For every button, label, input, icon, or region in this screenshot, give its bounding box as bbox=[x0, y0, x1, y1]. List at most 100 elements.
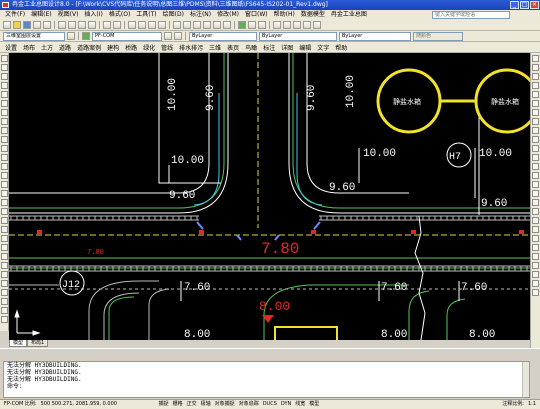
style-manager-icon[interactable] bbox=[67, 32, 75, 40]
copy-object-icon[interactable] bbox=[0, 235, 8, 242]
mirror-icon[interactable] bbox=[0, 244, 8, 251]
cmd-drainage[interactable]: 排水排污 bbox=[177, 43, 205, 52]
array-icon[interactable] bbox=[0, 262, 8, 269]
plot-style-select[interactable]: 随颜色 bbox=[413, 31, 463, 41]
print-icon[interactable] bbox=[33, 21, 41, 29]
design-center-icon[interactable] bbox=[183, 21, 191, 29]
menu-tools[interactable]: 工具(T) bbox=[133, 10, 159, 20]
cmd-building[interactable]: 建构 bbox=[105, 43, 121, 52]
calculator-icon[interactable] bbox=[223, 21, 231, 29]
layer-select[interactable]: PF-COM bbox=[92, 31, 162, 41]
scale-icon[interactable] bbox=[532, 118, 539, 125]
move-icon[interactable] bbox=[532, 100, 539, 107]
cmd-tables[interactable]: 表页 bbox=[225, 43, 241, 52]
redo-icon[interactable] bbox=[113, 21, 121, 29]
zoom-previous-icon[interactable] bbox=[158, 21, 166, 29]
menu-window[interactable]: 窗口(W) bbox=[242, 10, 271, 20]
mtext-icon[interactable] bbox=[0, 217, 8, 224]
toggle-lineweight[interactable]: 线宽 bbox=[293, 400, 307, 409]
rectangle-icon[interactable] bbox=[0, 91, 8, 98]
toggle-ducs[interactable]: DUCS bbox=[261, 400, 279, 409]
spline-icon[interactable] bbox=[0, 127, 8, 134]
toggle-grid[interactable]: 栅格 bbox=[171, 400, 185, 409]
tab-model[interactable]: 模型 bbox=[9, 340, 28, 347]
toggle-ortho[interactable]: 正交 bbox=[185, 400, 199, 409]
fillet-icon[interactable] bbox=[532, 190, 539, 197]
xline-icon[interactable] bbox=[0, 64, 8, 71]
stretch-icon[interactable] bbox=[0, 289, 8, 296]
annotation-scale-value[interactable]: 1:1 bbox=[526, 400, 538, 409]
menu-file[interactable]: 文件(F) bbox=[2, 10, 28, 20]
make-current-layer-icon[interactable] bbox=[164, 32, 172, 40]
markup-icon[interactable] bbox=[213, 21, 221, 29]
style-select[interactable]: 三维室图层设置 bbox=[3, 31, 65, 41]
cmd-3d[interactable]: 三维 bbox=[207, 43, 223, 52]
gradient-icon[interactable] bbox=[0, 190, 8, 197]
cmd-bridge[interactable]: 桥路 bbox=[123, 43, 139, 52]
drawing-canvas[interactable]: 静盐水箱 静盐水箱 H7 J12 10.00 9.60 9.60 10.00 1… bbox=[9, 53, 530, 340]
break-icon[interactable] bbox=[532, 163, 539, 170]
explode-icon[interactable] bbox=[532, 199, 539, 206]
break-at-point-icon[interactable] bbox=[532, 154, 539, 161]
table-icon[interactable] bbox=[0, 208, 8, 215]
osnap-endpoint-icon[interactable] bbox=[532, 208, 539, 215]
rotate-icon[interactable] bbox=[532, 109, 539, 116]
erase-icon[interactable] bbox=[532, 55, 539, 62]
cmd-greening[interactable]: 绿化 bbox=[141, 43, 157, 52]
cmd-earthwork[interactable]: 土方 bbox=[39, 43, 55, 52]
toggle-otrack[interactable]: 对象追踪 bbox=[237, 400, 261, 409]
layer-state-icon[interactable] bbox=[248, 21, 256, 29]
offset-icon[interactable] bbox=[532, 82, 539, 89]
table-style-icon[interactable] bbox=[293, 21, 301, 29]
help-icon[interactable] bbox=[313, 21, 321, 29]
polygon-icon[interactable] bbox=[0, 82, 8, 89]
toggle-snap[interactable]: 捕捉 bbox=[157, 400, 171, 409]
move-icon[interactable] bbox=[0, 226, 8, 233]
linetype-select[interactable]: ByLayer bbox=[259, 31, 337, 41]
line-icon[interactable] bbox=[0, 55, 8, 62]
hatch-icon[interactable] bbox=[0, 181, 8, 188]
layer-manager-icon[interactable] bbox=[238, 21, 246, 29]
command-scrollbar[interactable] bbox=[522, 362, 529, 397]
break-icon[interactable] bbox=[0, 316, 8, 323]
match-properties-icon[interactable] bbox=[88, 21, 96, 29]
toggle-polar[interactable]: 极轴 bbox=[199, 400, 213, 409]
rotate-icon[interactable] bbox=[0, 271, 8, 278]
close-button[interactable]: × bbox=[530, 1, 539, 9]
menu-format[interactable]: 格式(O) bbox=[106, 10, 133, 20]
copy-icon[interactable] bbox=[68, 21, 76, 29]
stretch-icon[interactable] bbox=[532, 127, 539, 134]
polyline-icon[interactable] bbox=[0, 73, 8, 80]
tool-palette-icon[interactable] bbox=[193, 21, 201, 29]
osnap-center-icon[interactable] bbox=[532, 235, 539, 242]
dim-style-icon[interactable] bbox=[283, 21, 291, 29]
open-folder-icon[interactable] bbox=[13, 21, 21, 29]
toggle-dyn[interactable]: DYN bbox=[279, 400, 293, 409]
cmd-birdview[interactable]: 鸟瞰 bbox=[243, 43, 259, 52]
tab-layout1[interactable]: 布局1 bbox=[27, 340, 49, 347]
trim-icon[interactable] bbox=[0, 298, 8, 305]
pan-icon[interactable] bbox=[128, 21, 136, 29]
cmd-pipeline[interactable]: 管线 bbox=[159, 43, 175, 52]
preview-icon[interactable] bbox=[43, 21, 51, 29]
sheet-set-icon[interactable] bbox=[203, 21, 211, 29]
arc-icon[interactable] bbox=[0, 100, 8, 107]
cmd-road[interactable]: 道路 bbox=[57, 43, 73, 52]
insert-block-icon[interactable] bbox=[0, 154, 8, 161]
ellipse-arc-icon[interactable] bbox=[0, 145, 8, 152]
extend-icon[interactable] bbox=[0, 307, 8, 314]
cmd-detail[interactable]: 详图 bbox=[279, 43, 295, 52]
cmd-road-case[interactable]: 道路案例 bbox=[75, 43, 103, 52]
osnap-perpendicular-icon[interactable] bbox=[532, 262, 539, 269]
circle-icon[interactable] bbox=[0, 109, 8, 116]
osnap-settings-icon[interactable] bbox=[532, 289, 539, 296]
revcloud-icon[interactable] bbox=[0, 118, 8, 125]
cmd-annotate[interactable]: 标注 bbox=[261, 43, 277, 52]
menu-dimension[interactable]: 标注(N) bbox=[187, 10, 214, 20]
zoom-realtime-icon[interactable] bbox=[138, 21, 146, 29]
osnap-nearest-icon[interactable] bbox=[532, 271, 539, 278]
cmd-settings[interactable]: 设置 bbox=[3, 43, 19, 52]
cmd-text[interactable]: 文字 bbox=[315, 43, 331, 52]
menu-modify[interactable]: 修改(M) bbox=[214, 10, 242, 20]
command-window[interactable]: 无法分解 HY3DBUILDING. 无法分解 HY3DBUILDING. 无法… bbox=[3, 361, 530, 398]
